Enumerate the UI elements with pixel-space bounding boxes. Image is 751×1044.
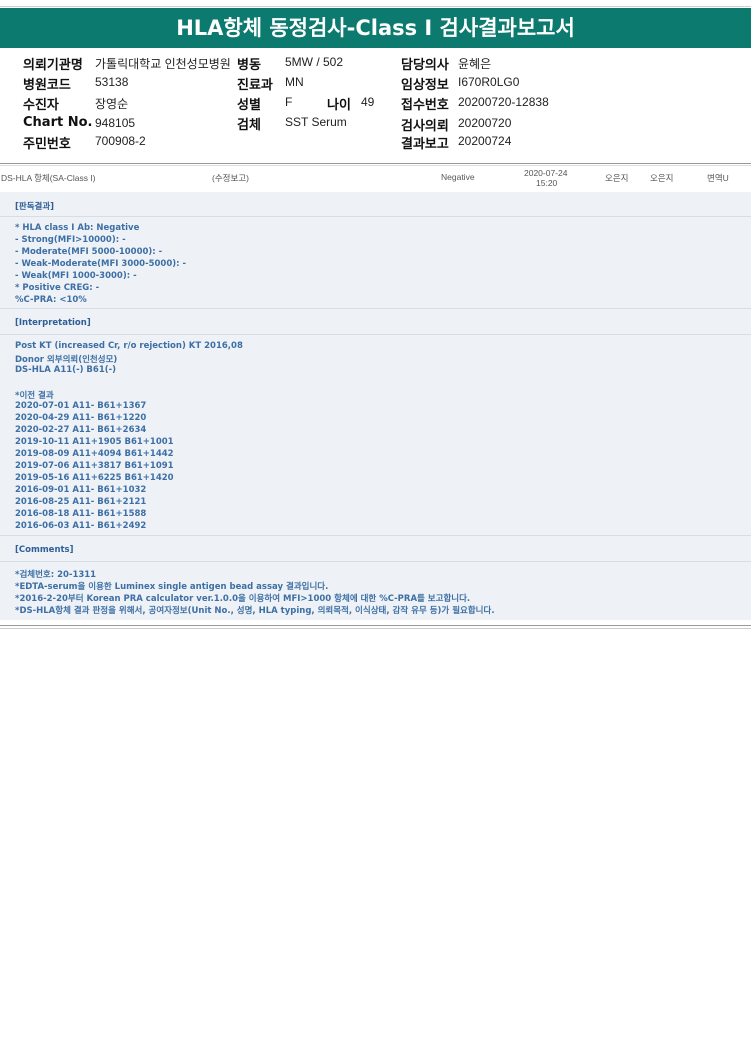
- report-line: Donor 외부의뢰(인천성모): [15, 355, 118, 365]
- section-divider: [0, 334, 751, 335]
- comments-header: [Comments]: [15, 545, 74, 555]
- report-line: 2016-08-18 A11- B61+1588: [15, 509, 147, 519]
- requesting-org-value: 가톨릭대학교 인천성모병원: [95, 57, 231, 71]
- report-line: *검체번호: 20-1311: [15, 570, 97, 580]
- test-name: DS-HLA 항체(SA-Class I): [1, 173, 96, 183]
- section-divider: [0, 216, 751, 217]
- judgment-header: [판독결과]: [15, 202, 55, 212]
- divider: [0, 628, 751, 629]
- request-date-value: 20200720: [458, 116, 512, 130]
- receipt-no-label: 접수번호: [401, 98, 449, 113]
- result-time: 15:20: [536, 178, 558, 188]
- report-line: 2020-07-01 A11- B61+1367: [15, 401, 147, 411]
- report-line: - Weak(MFI 1000-3000): -: [15, 271, 137, 281]
- dept-value: MN: [285, 75, 304, 89]
- report-line: DS-HLA A11(-) B61(-): [15, 365, 117, 375]
- dept-label: 진료과: [237, 78, 273, 93]
- reviewer-name: 변역U: [707, 173, 729, 183]
- interpretation-header: [Interpretation]: [15, 318, 91, 328]
- report-date-label: 결과보고: [401, 137, 449, 152]
- divider: [0, 625, 751, 626]
- resident-no-value: 700908-2: [95, 134, 146, 148]
- report-line: - Weak-Moderate(MFI 3000-5000): -: [15, 259, 187, 269]
- report-line: 2016-06-03 A11- B61+2492: [15, 521, 147, 531]
- ward-value: 5MW / 502: [285, 55, 344, 69]
- report-line: *EDTA-serum을 이용한 Luminex single antigen …: [15, 582, 329, 592]
- result-date: 2020-07-24: [524, 168, 568, 178]
- result-row: DS-HLA 항체(SA-Class I) (수정보고) Negative 20…: [0, 168, 751, 190]
- report-line: *2016-2-20부터 Korean PRA calculator ver.1…: [15, 594, 471, 604]
- report-title: HLA항체 동정검사-Class I 검사결과보고서: [0, 8, 751, 48]
- report-line: 2016-08-25 A11- B61+2121: [15, 497, 147, 507]
- sex-label: 성별: [237, 98, 261, 113]
- doctor-value: 윤혜은: [458, 57, 492, 71]
- report-line: 2019-10-11 A11+1905 B61+1001: [15, 437, 174, 447]
- sex-value: F: [285, 95, 293, 109]
- report-line: *이전 결과: [15, 391, 54, 401]
- specimen-label: 검체: [237, 118, 261, 133]
- report-line: 2016-09-01 A11- B61+1032: [15, 485, 147, 495]
- age-label: 나이: [327, 98, 351, 113]
- report-note: (수정보고): [212, 173, 249, 183]
- section-divider: [0, 535, 751, 536]
- report-line: 2020-04-29 A11- B61+1220: [15, 413, 147, 423]
- report-line: 2019-05-16 A11+6225 B61+1420: [15, 473, 174, 483]
- divider: [0, 163, 751, 164]
- ward-label: 병동: [237, 58, 261, 73]
- confirmer-name: 오은지: [650, 173, 674, 183]
- tester-name: 오은지: [605, 173, 629, 183]
- section-divider: [0, 561, 751, 562]
- hospital-code-label: 병원코드: [23, 78, 71, 93]
- report-line: - Strong(MFI>10000): -: [15, 235, 126, 245]
- result-value: Negative: [441, 172, 475, 182]
- report-line: 2019-07-06 A11+3817 B61+1091: [15, 461, 174, 471]
- chart-no-label: Chart No.: [23, 115, 93, 130]
- patient-value: 장영순: [95, 97, 129, 111]
- report-line: - Moderate(MFI 5000-10000): -: [15, 247, 163, 257]
- patient-info-section: 의뢰기관명 가톨릭대학교 인천성모병원 병동 5MW / 502 담당의사 윤혜…: [0, 54, 751, 154]
- report-line: * HLA class I Ab: Negative: [15, 223, 140, 233]
- clinical-info-value: I670R0LG0: [458, 75, 520, 89]
- result-panel: [판독결과] * HLA class I Ab: Negative - Stron…: [0, 192, 751, 620]
- clinical-info-label: 임상정보: [401, 78, 449, 93]
- requesting-org-label: 의뢰기관명: [23, 58, 83, 73]
- hospital-code-value: 53138: [95, 75, 129, 89]
- report-line: * Positive CREG: -: [15, 283, 100, 293]
- report-line: %C-PRA: <10%: [15, 295, 87, 305]
- report-date-value: 20200724: [458, 134, 512, 148]
- section-divider: [0, 308, 751, 309]
- report-line: 2019-08-09 A11+4094 B61+1442: [15, 449, 174, 459]
- request-date-label: 검사의뢰: [401, 119, 449, 134]
- resident-no-label: 주민번호: [23, 137, 71, 152]
- report-line: Post KT (increased Cr, r/o rejection) KT…: [15, 341, 243, 351]
- specimen-value: SST Serum: [285, 115, 347, 129]
- receipt-no-value: 20200720-12838: [458, 95, 549, 109]
- chart-no-value: 948105: [95, 116, 136, 130]
- report-line: 2020-02-27 A11- B61+2634: [15, 425, 147, 435]
- divider: [0, 165, 751, 166]
- report-line: *DS-HLA항체 결과 판정을 위해서, 공여자정보(Unit No., 성명…: [15, 606, 495, 616]
- patient-label: 수진자: [23, 98, 59, 113]
- top-border: [0, 0, 751, 7]
- doctor-label: 담당의사: [401, 58, 449, 73]
- age-value: 49: [361, 95, 375, 109]
